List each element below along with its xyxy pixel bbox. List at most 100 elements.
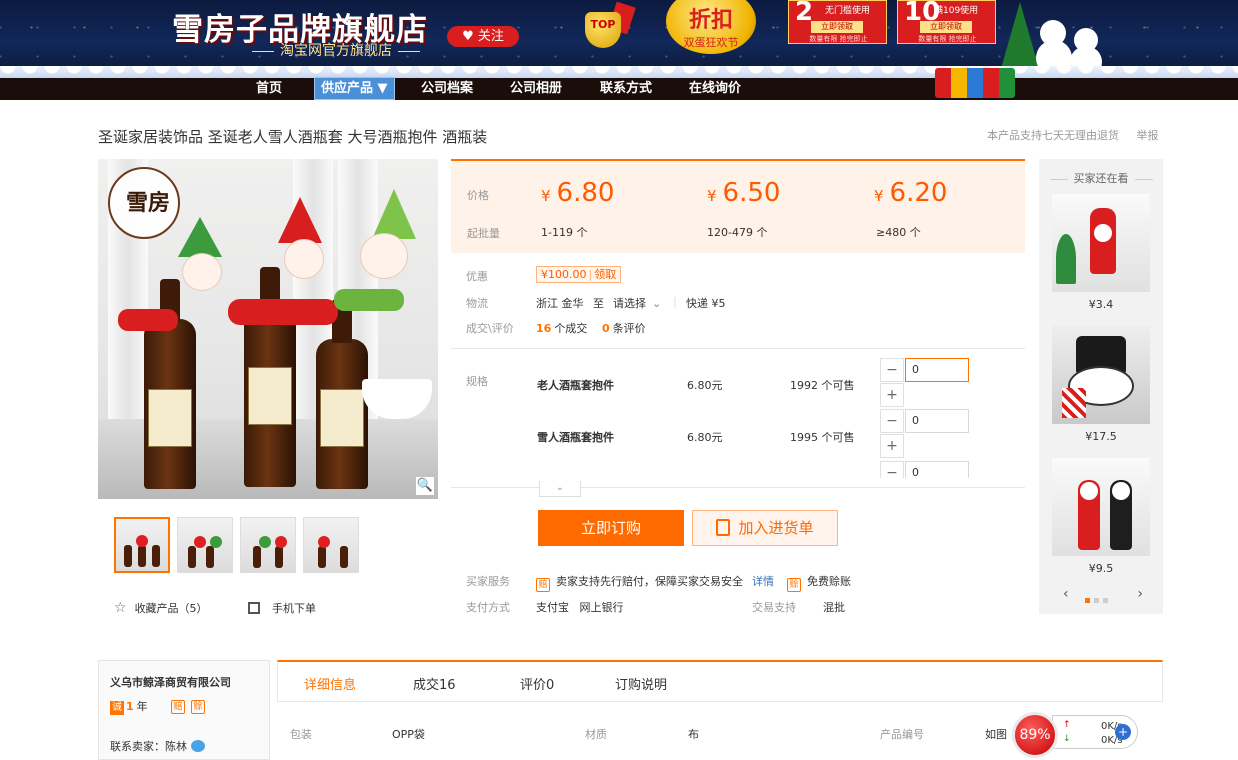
credit-icon: 赊: [191, 700, 205, 714]
follow-button[interactable]: ♥ 关注: [447, 26, 519, 47]
decrement-button[interactable]: −: [880, 461, 904, 478]
collect-product[interactable]: ☆ 收藏产品（5）: [114, 600, 208, 616]
shop-logo-icon: 雪房: [108, 167, 180, 239]
pager-dot[interactable]: [1094, 598, 1099, 603]
detail-attr: 包装: [290, 728, 312, 741]
spec-price: 6.80元: [687, 431, 723, 444]
store-nav: 首页 供应产品 ▼ 公司档案 公司相册 联系方式 在线询价: [0, 77, 1238, 100]
store-banner: 雪房子品牌旗舰店 淘宝网官方旗舰店 ♥ 关注 TOP 折扣 双蛋狂欢节 2 无门槛…: [0, 0, 1238, 78]
recommend-price: ¥17.5: [1085, 430, 1117, 443]
pager-dot[interactable]: [1085, 598, 1090, 603]
plus-icon[interactable]: +: [1115, 724, 1131, 740]
add-to-cart-button[interactable]: 加入进货单: [692, 510, 838, 546]
coupon-get-button[interactable]: 立即领取: [920, 21, 972, 33]
chat-icon: [191, 740, 205, 752]
product-main-image[interactable]: 雪房 🔍: [98, 159, 438, 499]
payment-row: 支付方式 支付宝 网上银行 交易支持 混批: [466, 599, 1026, 615]
top-badge: TOP: [575, 10, 631, 56]
detail-value: 如图: [985, 728, 1007, 741]
nav-company-album[interactable]: 公司相册: [510, 78, 562, 100]
thumbnail[interactable]: [177, 517, 233, 573]
nav-company-profile[interactable]: 公司档案: [421, 78, 473, 100]
upload-arrow-icon: ↑: [1063, 720, 1071, 730]
follow-label: 关注: [477, 29, 504, 44]
thumbnail[interactable]: [114, 517, 170, 573]
service-details-link[interactable]: 详情: [752, 573, 774, 589]
nav-inquiry[interactable]: 在线询价: [689, 78, 741, 100]
pager-dot[interactable]: [1103, 598, 1108, 603]
tab-deals[interactable]: 成交16: [413, 674, 456, 693]
increment-button[interactable]: +: [880, 434, 904, 458]
network-speed-widget[interactable]: ↑ 0K/s ↓ 0K/s + 89%: [1012, 712, 1138, 758]
wine-bottle: [144, 279, 196, 489]
coupon-get-button[interactable]: 立即领取: [811, 21, 863, 33]
net-panel: ↑ 0K/s ↓ 0K/s +: [1052, 715, 1138, 749]
nav-home[interactable]: 首页: [256, 78, 282, 100]
memory-usage-ball[interactable]: 89%: [1012, 712, 1058, 758]
mobile-order[interactable]: 手机下单: [248, 600, 316, 616]
coin-subtitle: 双蛋狂欢节: [683, 36, 739, 49]
thumbnail[interactable]: [303, 517, 359, 573]
top-links: 本产品支持七天无理由退货 举报: [987, 127, 1173, 143]
deal-count[interactable]: 16 个成交: [536, 320, 587, 336]
report-link[interactable]: 举报: [1137, 129, 1159, 142]
decrement-button[interactable]: −: [880, 409, 904, 433]
detail-tabs: 详细信息 成交16 评价0 订购说明: [277, 660, 1163, 702]
heart-icon: ♥: [462, 29, 474, 44]
coupon-condition: 无门槛使用: [825, 6, 871, 16]
quantity-stepper: − 0 +: [880, 358, 970, 408]
logistics-label: 物流: [466, 297, 488, 310]
doll-arm: [334, 289, 404, 311]
guarantee-icon: 赔: [536, 578, 550, 592]
quantity-input[interactable]: 0: [905, 461, 969, 478]
tab-reviews[interactable]: 评价0: [520, 674, 554, 693]
seven-day-return-note: 本产品支持七天无理由退货: [987, 129, 1119, 142]
promo-label: 优惠: [466, 270, 488, 283]
deals-label: 成交\评价: [466, 322, 514, 335]
thumbnail[interactable]: [240, 517, 296, 573]
decrement-button[interactable]: −: [880, 358, 904, 382]
coupon-2[interactable]: 2 无门槛使用 立即领取 数量有限 抢完即止: [788, 0, 887, 44]
snowman-hat: [178, 217, 222, 257]
nav-contact[interactable]: 联系方式: [600, 78, 652, 100]
quantity-input[interactable]: 0: [905, 409, 969, 433]
credit-service: 赊免费赊账: [787, 573, 851, 592]
recommend-price: ¥9.5: [1088, 562, 1114, 575]
elf-face: [360, 233, 408, 279]
review-count[interactable]: 0 条评价: [602, 320, 646, 336]
tab-details[interactable]: 详细信息: [304, 674, 356, 693]
qty-tier-3: ≥480 个: [876, 226, 921, 239]
discount-coin[interactable]: 折扣 双蛋狂欢节: [666, 0, 756, 54]
star-icon: ☆: [114, 600, 127, 616]
spec-name: 老人酒瓶套抱件: [537, 379, 614, 392]
tab-order-notes[interactable]: 订购说明: [615, 674, 667, 693]
guarantee-icon: 赔: [171, 700, 185, 714]
expand-specs-chevron-icon[interactable]: ⌄: [539, 481, 581, 497]
qty-tier-1: 1-119 个: [541, 226, 588, 239]
spec-price: 6.80元: [687, 379, 723, 392]
spec-label: 规格: [466, 375, 488, 388]
coupon-10[interactable]: 10 满109使用 立即领取 数量有限 抢完即止: [897, 0, 996, 44]
gifts-decoration: [935, 68, 1015, 98]
integrity-years[interactable]: 诚1年: [110, 698, 148, 715]
recommend-item-image[interactable]: [1052, 194, 1150, 292]
promo-coupon[interactable]: ¥100.00 | 领取: [536, 266, 622, 283]
recommend-price: ¥3.4: [1088, 298, 1114, 311]
chevron-left-icon[interactable]: ‹: [1063, 586, 1069, 602]
moq-label: 起批量: [467, 227, 500, 240]
increment-button[interactable]: +: [880, 383, 904, 407]
nav-products[interactable]: 供应产品 ▼: [314, 77, 395, 100]
product-title: 圣诞家居装饰品 圣诞老人雪人酒瓶套 大号酒瓶抱件 酒瓶装: [98, 128, 488, 146]
contact-seller[interactable]: 联系卖家：陈林: [110, 738, 205, 754]
promo-claim[interactable]: 领取: [594, 268, 616, 281]
christmas-tree-icon: [1000, 2, 1040, 72]
recommend-item-image[interactable]: [1052, 458, 1150, 556]
quantity-input[interactable]: 0: [905, 358, 969, 382]
recommend-item-image[interactable]: [1052, 326, 1150, 424]
chevron-right-icon[interactable]: ›: [1137, 586, 1143, 602]
detail-value: OPP袋: [392, 728, 425, 741]
destination-select[interactable]: 请选择 ⌄: [613, 295, 661, 311]
order-now-button[interactable]: 立即订购: [538, 510, 684, 546]
zoom-icon[interactable]: 🔍: [416, 477, 434, 495]
company-name[interactable]: 义乌市鲸泽商贸有限公司: [110, 674, 231, 690]
